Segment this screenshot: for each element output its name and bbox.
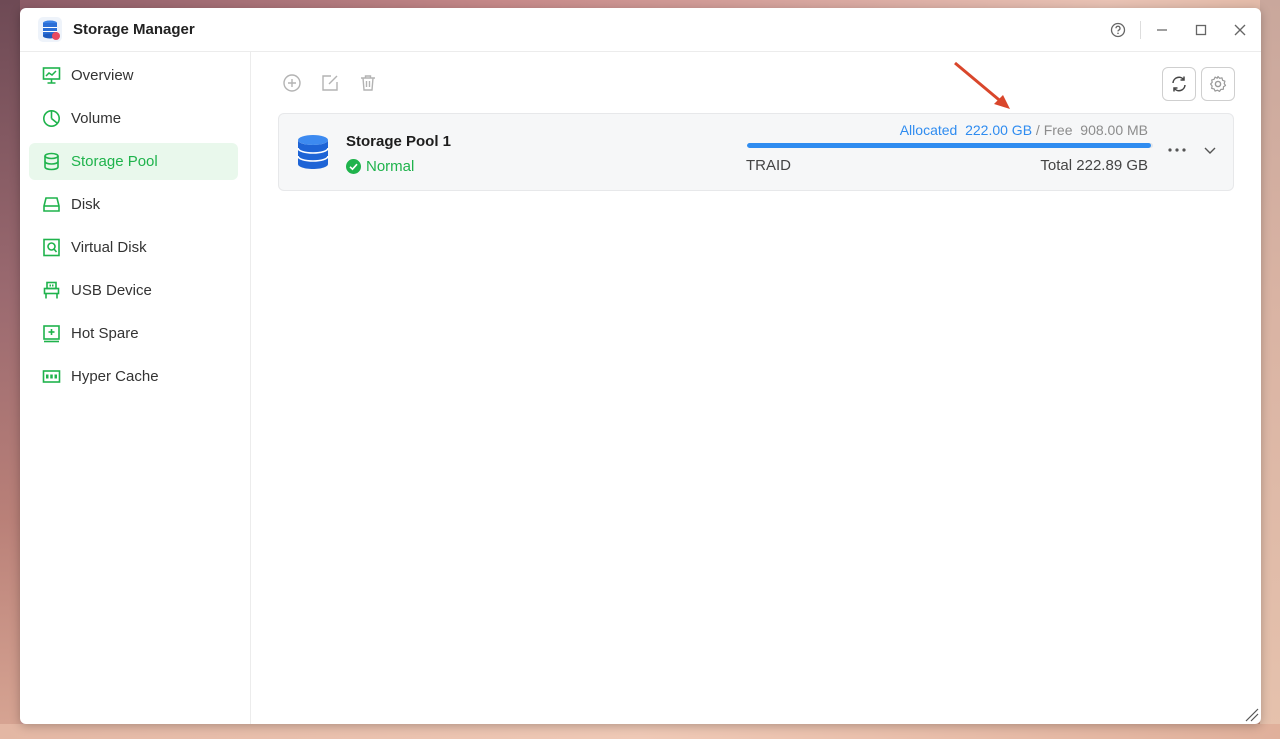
sidebar-item-label: Overview	[71, 67, 134, 84]
total-value: 222.89 GB	[1076, 157, 1148, 174]
allocated-value: 222.00 GB	[965, 122, 1033, 138]
hard-drive-icon	[43, 197, 60, 212]
status-text: Normal	[366, 158, 415, 175]
allocation-separator: /	[1035, 122, 1040, 138]
help-button[interactable]	[1107, 19, 1129, 41]
total-label: Total	[1040, 157, 1073, 174]
more-dots-icon	[1168, 148, 1186, 152]
sidebar-item-hot-spare[interactable]: Hot Spare	[29, 315, 238, 352]
monitor-chart-icon	[42, 67, 61, 84]
sidebar-item-label: USB Device	[71, 282, 152, 299]
trash-icon	[361, 75, 375, 91]
maximize-button[interactable]	[1190, 19, 1212, 41]
storage-pool-card[interactable]: Storage Pool 1 Normal Allocated 222.00 G…	[278, 113, 1234, 191]
desktop-background-right	[1260, 0, 1280, 739]
help-icon	[1110, 22, 1126, 38]
hot-spare-icon	[43, 325, 60, 343]
ssd-icon	[42, 370, 61, 383]
edit-pool-button[interactable]	[319, 72, 341, 94]
more-options-button[interactable]	[1166, 142, 1188, 158]
window-title: Storage Manager	[73, 21, 195, 38]
database-icon	[297, 135, 329, 169]
storage-manager-window: Storage Manager Overview Volume Storage …	[20, 8, 1261, 724]
annotation-arrow-icon	[954, 61, 1010, 109]
clock-pie-icon	[43, 110, 60, 127]
sidebar-item-disk[interactable]: Disk	[29, 186, 238, 223]
raid-type: TRAID	[746, 157, 791, 174]
free-label: Free	[1043, 122, 1073, 138]
sidebar-item-label: Hyper Cache	[71, 368, 159, 385]
desktop-background-bottom	[0, 724, 1280, 739]
minimize-icon	[1157, 29, 1167, 31]
sidebar-item-usb-device[interactable]: USB Device	[29, 272, 238, 309]
sidebar-item-hyper-cache[interactable]: Hyper Cache	[29, 358, 238, 395]
settings-button[interactable]	[1201, 67, 1235, 101]
refresh-button[interactable]	[1162, 67, 1196, 101]
title-bar: Storage Manager	[20, 8, 1261, 52]
sidebar-item-label: Virtual Disk	[71, 239, 147, 256]
sidebar-item-virtual-disk[interactable]: Virtual Disk	[29, 229, 238, 266]
delete-pool-button[interactable]	[357, 72, 379, 94]
sidebar-item-storage-pool[interactable]: Storage Pool	[29, 143, 238, 180]
close-button[interactable]	[1229, 19, 1251, 41]
add-pool-button[interactable]	[281, 72, 303, 94]
usage-progress-fill	[747, 143, 1152, 148]
maximize-icon	[1195, 24, 1207, 36]
allocation-summary: Allocated 222.00 GB / Free 908.00 MB	[900, 122, 1148, 138]
free-value: 908.00 MB	[1080, 122, 1148, 138]
usb-icon	[43, 281, 60, 299]
sidebar: Overview Volume Storage Pool Disk Virtua…	[20, 52, 251, 724]
sidebar-item-label: Storage Pool	[71, 153, 158, 170]
expand-button[interactable]	[1200, 142, 1220, 158]
refresh-icon	[1172, 76, 1186, 92]
allocated-label: Allocated	[899, 122, 958, 138]
sidebar-item-label: Disk	[71, 196, 101, 213]
chevron-down-icon	[1204, 147, 1216, 154]
gear-icon	[1210, 75, 1227, 92]
storage-manager-app-icon	[38, 17, 62, 42]
desktop-background-left	[0, 0, 20, 739]
edit-icon	[322, 75, 338, 91]
minimize-button[interactable]	[1151, 19, 1173, 41]
total-capacity: Total 222.89 GB	[1040, 157, 1148, 174]
database-icon	[44, 152, 59, 171]
resize-grip-icon[interactable]	[1243, 706, 1259, 722]
check-circle-icon	[346, 159, 361, 174]
sidebar-item-label: Hot Spare	[71, 325, 139, 342]
virtual-disk-icon	[43, 238, 60, 257]
title-bar-divider	[1140, 21, 1141, 39]
close-icon	[1234, 24, 1246, 36]
pool-name: Storage Pool 1	[346, 133, 452, 150]
add-icon	[283, 74, 301, 92]
sidebar-item-volume[interactable]: Volume	[29, 100, 238, 137]
pool-status: Normal	[346, 158, 414, 175]
usage-progress-bar	[747, 143, 1153, 148]
sidebar-item-label: Volume	[71, 110, 122, 127]
sidebar-item-overview[interactable]: Overview	[29, 57, 238, 94]
